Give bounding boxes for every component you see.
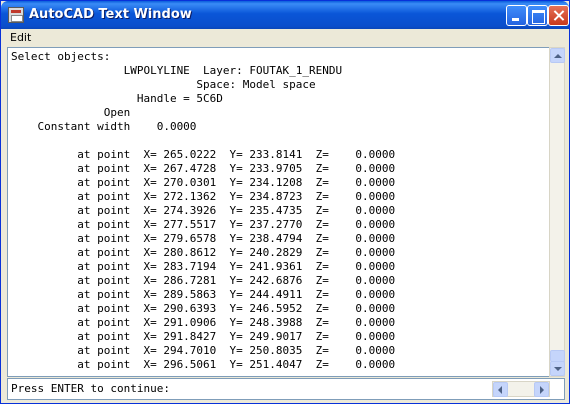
vertical-scrollbar[interactable] [549, 47, 565, 377]
arrow-left-icon [498, 386, 502, 394]
text-line: Select objects: [11, 50, 111, 63]
menu-bar: Edit [4, 29, 567, 47]
arrow-right-icon [540, 386, 544, 394]
point-line: at point X= 294.7010 Y= 250.8035 Z= 0.00… [11, 344, 396, 357]
text-line: LWPOLYLINE Layer: FOUTAK_1_RENDU [11, 64, 343, 77]
scroll-right-button[interactable] [534, 382, 549, 397]
point-line: at point X= 274.3926 Y= 235.4735 Z= 0.00… [11, 204, 396, 217]
command-prompt: Press ENTER to continue: [11, 382, 170, 395]
text-line: Constant width 0.0000 [11, 120, 197, 133]
point-line: at point X= 286.7281 Y= 242.6876 Z= 0.00… [11, 274, 396, 287]
close-button[interactable] [548, 5, 569, 26]
arrow-up-icon [554, 54, 562, 58]
point-line: at point X= 279.6578 Y= 238.4794 Z= 0.00… [11, 232, 396, 245]
text-line: Open [11, 106, 131, 119]
scroll-left-button[interactable] [493, 382, 508, 397]
point-line: at point X= 267.4728 Y= 233.9705 Z= 0.00… [11, 162, 396, 175]
maximize-button[interactable] [527, 5, 548, 26]
point-line: at point X= 283.7194 Y= 241.9361 Z= 0.00… [11, 260, 396, 273]
minimize-button[interactable] [506, 5, 527, 26]
point-line: at point X= 265.0222 Y= 233.8141 Z= 0.00… [11, 148, 396, 161]
point-line: at point X= 291.0906 Y= 248.3988 Z= 0.00… [11, 316, 396, 329]
window-title: AutoCAD Text Window [29, 7, 192, 22]
point-line: at point X= 291.8427 Y= 249.9017 Z= 0.00… [11, 330, 396, 343]
point-line: at point X= 270.0301 Y= 234.1208 Z= 0.00… [11, 176, 396, 189]
autocad-app-icon[interactable] [8, 7, 24, 23]
scroll-up-button[interactable] [550, 48, 565, 63]
point-line: at point X= 277.5517 Y= 237.2770 Z= 0.00… [11, 218, 396, 231]
horizontal-scrollbar[interactable] [492, 381, 550, 397]
point-line: at point X= 289.5863 Y= 244.4911 Z= 0.00… [11, 288, 396, 301]
command-line[interactable]: Press ENTER to continue: [7, 378, 565, 400]
autocad-text-window: AutoCAD Text Window Edit Select objects:… [0, 0, 570, 404]
point-line: at point X= 272.1362 Y= 234.8723 Z= 0.00… [11, 190, 396, 203]
title-bar[interactable]: AutoCAD Text Window [1, 1, 569, 29]
arrow-down-icon [554, 367, 562, 371]
point-line: at point X= 290.6393 Y= 246.5952 Z= 0.00… [11, 302, 396, 315]
point-line: at point X= 280.8612 Y= 240.2829 Z= 0.00… [11, 246, 396, 259]
menu-edit[interactable]: Edit [10, 31, 31, 44]
scroll-down-button[interactable] [550, 361, 565, 376]
text-line: Handle = 5C6D [11, 92, 223, 105]
point-line: at point X= 296.5061 Y= 251.4047 Z= 0.00… [11, 358, 396, 371]
text-line: Space: Model space [11, 78, 316, 91]
text-history-area[interactable]: Select objects: LWPOLYLINE Layer: FOUTAK… [7, 47, 550, 377]
